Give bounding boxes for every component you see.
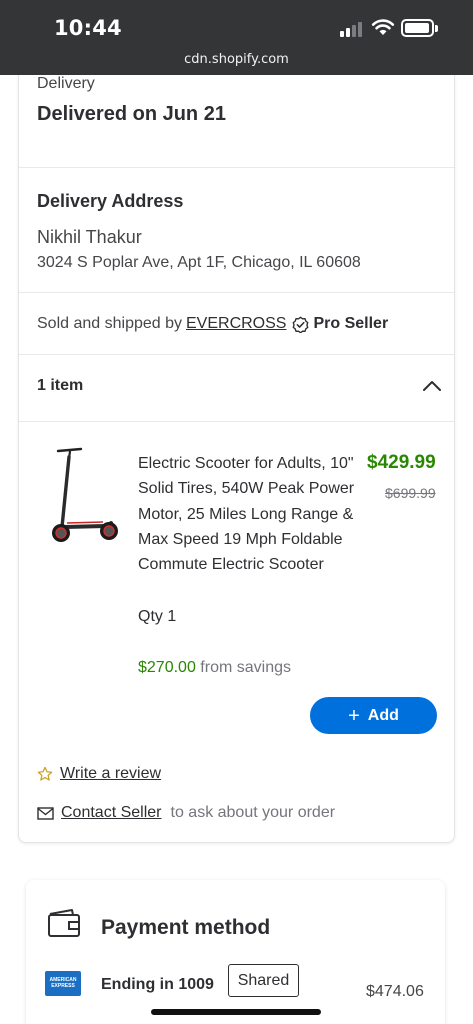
contact-seller-suffix: to ask about your order: [170, 804, 336, 821]
savings-amount: $270.00: [138, 659, 196, 676]
payment-amount: $474.06: [366, 983, 424, 1000]
status-time: 10:44: [54, 16, 122, 40]
order-card: Delivery Delivered on Jun 21 Delivery Ad…: [18, 75, 455, 843]
recipient-name: Nikhil Thakur: [37, 227, 142, 247]
payment-method-card: Payment method AMERICAN EXPRESS Ending i…: [26, 880, 445, 1024]
write-review-row[interactable]: Write a review: [37, 765, 161, 783]
signal-icon: [340, 21, 366, 37]
status-bar: 10:44 cdn.shopify.com: [0, 0, 473, 75]
verified-check-icon: [293, 316, 309, 333]
product-was-price: $699.99: [385, 485, 436, 501]
contact-seller-link[interactable]: Contact Seller: [61, 804, 162, 822]
delivery-address-heading: Delivery Address: [37, 191, 184, 211]
product-price: $429.99: [367, 452, 436, 473]
url-bar[interactable]: cdn.shopify.com: [0, 52, 473, 67]
write-review-link[interactable]: Write a review: [60, 765, 161, 783]
contact-seller-row: Contact Seller to ask about your order: [37, 804, 335, 822]
product-title[interactable]: Electric Scooter for Adults, 10" Solid T…: [138, 451, 363, 577]
add-to-cart-button[interactable]: + Add: [310, 697, 437, 734]
payment-method-title: Payment method: [101, 916, 271, 939]
savings-suffix: from savings: [200, 659, 291, 676]
battery-icon: [401, 19, 438, 37]
amex-card-icon: AMERICAN EXPRESS: [45, 971, 81, 996]
savings-text: $270.00 from savings: [138, 659, 291, 677]
plus-icon: +: [348, 704, 360, 727]
wifi-icon: [371, 19, 395, 35]
wallet-icon: [48, 909, 80, 937]
seller-prefix: Sold and shipped by: [37, 315, 182, 332]
divider: [19, 292, 454, 293]
divider: [19, 354, 454, 355]
add-button-label: Add: [367, 706, 399, 724]
product-image[interactable]: [47, 447, 121, 545]
shared-badge: Shared: [228, 964, 299, 997]
divider: [19, 167, 454, 168]
star-icon: [37, 766, 53, 781]
seller-link[interactable]: EVERCROSS: [186, 315, 286, 333]
seller-info: Sold and shipped by EVERCROSS Pro Seller: [37, 315, 388, 333]
home-indicator[interactable]: [151, 1009, 321, 1015]
delivery-status: Delivered on Jun 21: [37, 103, 226, 125]
address-line: 3024 S Poplar Ave, Apt 1F, Chicago, IL 6…: [37, 254, 361, 271]
card-ending: Ending in 1009: [101, 976, 214, 993]
delivery-label: Delivery: [37, 75, 95, 92]
divider: [19, 421, 454, 422]
product-quantity: Qty 1: [138, 608, 177, 625]
chevron-up-icon[interactable]: [421, 377, 443, 395]
items-count: 1 item: [37, 377, 84, 394]
pro-seller-badge: Pro Seller: [313, 315, 389, 332]
mail-icon: [37, 806, 54, 820]
